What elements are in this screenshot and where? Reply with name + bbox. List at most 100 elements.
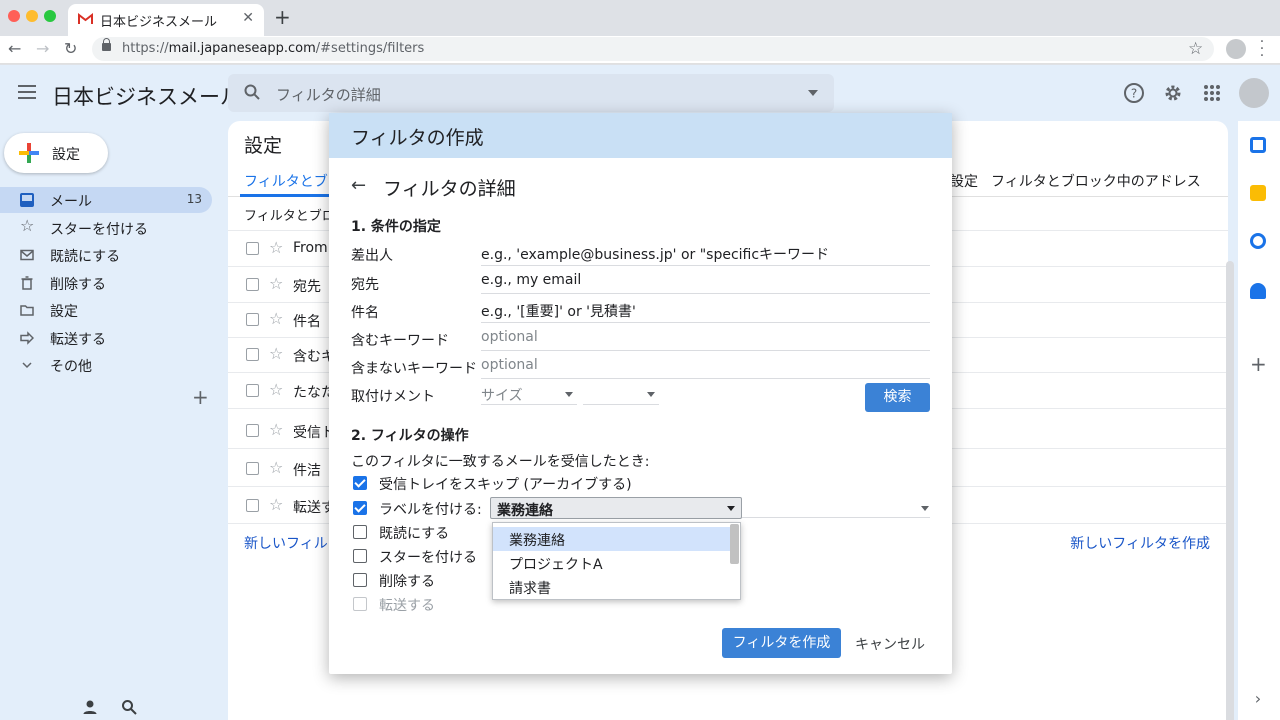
search-options-icon[interactable] <box>808 90 818 96</box>
star-icon[interactable]: ☆ <box>269 309 283 328</box>
label-select-value: 業務連絡 <box>497 503 553 519</box>
sidebar-item-forward[interactable]: 転送する <box>0 325 212 351</box>
back-arrow-icon[interactable]: ← <box>351 175 366 196</box>
unread-count: 13 <box>186 192 202 206</box>
star-icon[interactable]: ☆ <box>269 380 283 399</box>
menu-icon[interactable] <box>18 85 36 99</box>
size-select[interactable]: サイズ <box>481 383 577 405</box>
chevron-right-icon[interactable]: › <box>1250 691 1266 707</box>
gear-icon[interactable] <box>1162 82 1184 104</box>
sidebar-item-label: 転送する <box>50 332 106 348</box>
address-bar[interactable]: https://mail.japaneseapp.com/#settings/f… <box>92 37 1214 61</box>
bookmark-star-icon[interactable]: ☆ <box>1188 39 1203 59</box>
account-avatar[interactable] <box>1239 78 1269 108</box>
skip-inbox-checkbox[interactable] <box>353 476 367 490</box>
sidebar-item-settings[interactable]: 設定 <box>0 297 212 323</box>
search-input[interactable]: フィルタの詳細 <box>276 84 381 105</box>
sidebar-item-label: 削除する <box>50 277 106 293</box>
inbox-icon <box>20 193 34 207</box>
sidebar-item-mail[interactable]: メール 13 <box>0 187 212 213</box>
new-tab-button[interactable]: + <box>274 5 291 29</box>
mark-read-checkbox[interactable] <box>353 525 367 539</box>
person-icon[interactable] <box>82 699 98 715</box>
new-filter-link[interactable]: 新しいフィルタ <box>244 533 342 553</box>
section-actions-title: 2. フィルタの操作 <box>351 428 469 444</box>
browser-tab[interactable]: 日本ビジネスメール ✕ <box>68 4 264 36</box>
star-icon[interactable]: ☆ <box>269 274 283 293</box>
delete-checkbox[interactable] <box>353 573 367 587</box>
size-unit-select[interactable] <box>583 383 659 405</box>
back-button[interactable]: ← <box>8 39 21 58</box>
keep-icon[interactable] <box>1250 185 1266 201</box>
browser-tab-bar: 日本ビジネスメール ✕ + <box>0 0 1280 36</box>
dropdown-option[interactable]: 業務連絡 <box>493 527 730 551</box>
create-filter-button[interactable]: フィルタを作成 <box>722 628 841 658</box>
not-words-label: 含まないキーワード <box>351 361 477 377</box>
search-bar[interactable]: フィルタの詳細 <box>228 74 834 112</box>
add-label-icon[interactable]: + <box>192 385 209 409</box>
dropdown-option[interactable]: 請求書 <box>493 575 730 599</box>
row-checkbox[interactable] <box>246 313 259 326</box>
add-addon-icon[interactable]: + <box>1250 354 1267 374</box>
row-checkbox[interactable] <box>246 424 259 437</box>
apps-grid-icon[interactable] <box>1201 82 1223 104</box>
url-text: https://mail.japaneseapp.com/#settings/f… <box>122 41 425 56</box>
forward-button[interactable]: → <box>36 39 49 58</box>
sidebar-item-more[interactable]: その他 <box>0 352 212 378</box>
subject-value: e.g., '[重要]' or '見積書' <box>481 304 636 320</box>
tasks-icon[interactable] <box>1250 233 1266 249</box>
star-icon[interactable]: ☆ <box>269 458 283 477</box>
dropdown-scrollbar[interactable] <box>730 524 739 564</box>
row-checkbox[interactable] <box>246 462 259 475</box>
apply-label-checkbox[interactable] <box>353 501 367 515</box>
zoom-window-button[interactable] <box>44 10 56 22</box>
subject-field[interactable]: e.g., '[重要]' or '見積書' <box>481 299 930 323</box>
browser-menu-icon[interactable]: · · · <box>1259 35 1265 63</box>
star-checkbox[interactable] <box>353 549 367 563</box>
row-checkbox[interactable] <box>246 384 259 397</box>
tab-filters-blocked[interactable]: フィルタとブロック中のアドレス <box>991 171 1201 191</box>
help-icon[interactable]: ? <box>1123 82 1145 104</box>
sidebar-item-mark-read[interactable]: 既読にする <box>0 242 212 268</box>
calendar-icon[interactable] <box>1250 137 1266 153</box>
contacts-icon[interactable] <box>1250 283 1266 299</box>
row-checkbox[interactable] <box>246 278 259 291</box>
tab-filters[interactable]: フィルタとブロ <box>244 171 342 191</box>
search-icon[interactable] <box>121 699 137 715</box>
not-words-field[interactable]: optional <box>481 355 930 379</box>
sidebar-item-star[interactable]: ☆ スターを付ける <box>0 215 212 241</box>
star-icon[interactable]: ☆ <box>269 495 283 514</box>
caret-down-icon <box>727 506 735 511</box>
compose-button[interactable]: 設定 <box>4 133 108 173</box>
star-icon[interactable]: ☆ <box>269 420 283 439</box>
cancel-button[interactable]: キャンセル <box>855 634 925 654</box>
row-checkbox[interactable] <box>246 348 259 361</box>
tab-title: 日本ビジネスメール <box>100 15 218 30</box>
close-tab-icon[interactable]: ✕ <box>242 10 254 26</box>
new-filter-link-right[interactable]: 新しいフィルタを作成 <box>1070 533 1210 553</box>
plus-icon <box>19 143 39 163</box>
from-field[interactable]: e.g., 'example@business.jp' or "specific… <box>481 242 930 266</box>
reload-button[interactable]: ↻ <box>64 39 77 58</box>
browser-toolbar: ← → ↻ https://mail.japaneseapp.com/#sett… <box>0 35 1280 64</box>
row-checkbox[interactable] <box>246 242 259 255</box>
profile-avatar[interactable] <box>1226 39 1246 59</box>
tab-settings[interactable]: 設定 <box>950 171 978 191</box>
label-select[interactable]: 業務連絡 <box>490 497 742 519</box>
close-window-button[interactable] <box>8 10 20 22</box>
sidebar-item-delete[interactable]: 削除する <box>0 270 212 296</box>
row-checkbox[interactable] <box>246 499 259 512</box>
to-field[interactable]: e.g., my email <box>481 270 930 294</box>
row-text: 宛先 <box>293 279 321 295</box>
scrollbar[interactable] <box>1226 261 1234 720</box>
star-label: スターを付ける <box>379 550 477 566</box>
dropdown-option[interactable]: プロジェクトA <box>493 551 730 575</box>
divider <box>742 517 930 518</box>
star-icon[interactable]: ☆ <box>269 344 283 363</box>
caret-down-icon[interactable] <box>921 506 929 511</box>
star-icon[interactable]: ☆ <box>269 238 283 257</box>
actions-intro: このフィルタに一致するメールを受信したとき: <box>351 454 650 470</box>
search-button[interactable]: 検索 <box>865 383 930 412</box>
has-words-field[interactable]: optional <box>481 327 930 351</box>
minimize-window-button[interactable] <box>26 10 38 22</box>
